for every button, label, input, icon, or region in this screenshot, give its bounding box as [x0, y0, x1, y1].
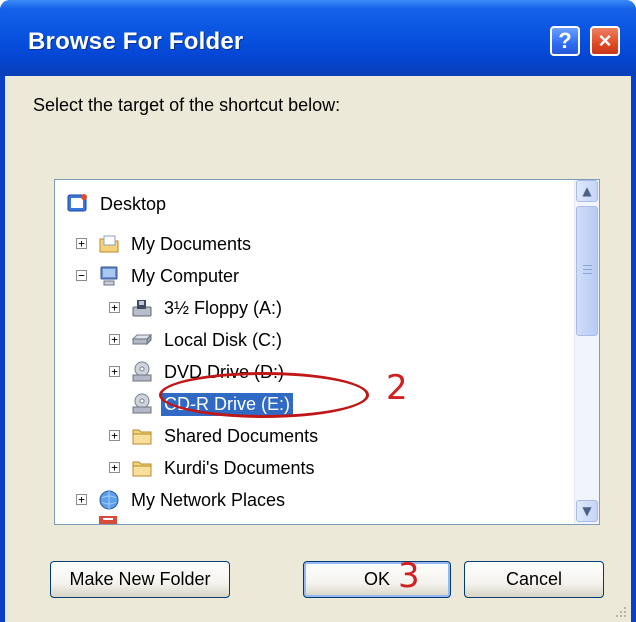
folder-icon: [132, 461, 152, 477]
expand-toggle[interactable]: +: [76, 238, 87, 249]
tree-item-desktop[interactable]: Desktop: [67, 188, 169, 220]
tree-item-local-disk[interactable]: Local Disk (C:): [131, 324, 285, 356]
tree-item-label: Desktop: [100, 193, 167, 214]
chevron-up-icon: ▲: [582, 184, 592, 198]
folder-icon: [132, 429, 152, 445]
tree-item-floppy[interactable]: 3½ Floppy (A:): [131, 292, 285, 324]
scroll-down-button[interactable]: ▼: [576, 500, 598, 522]
folder-tree[interactable]: Desktop + My Documents − My Computer + 3…: [54, 179, 600, 525]
recycle-bin-icon: [99, 516, 117, 524]
floppy-icon: [132, 300, 152, 317]
help-button[interactable]: ?: [550, 26, 580, 56]
grip-line: [583, 265, 592, 266]
expand-toggle[interactable]: +: [109, 334, 120, 345]
collapse-toggle[interactable]: −: [76, 270, 87, 281]
expand-toggle[interactable]: +: [109, 302, 120, 313]
scroll-up-button[interactable]: ▲: [576, 180, 598, 202]
expand-toggle[interactable]: +: [76, 494, 87, 505]
dvd-drive-icon: [132, 361, 152, 382]
tree-item-kurdis-documents[interactable]: Kurdi's Documents: [131, 452, 318, 484]
tree-item-my-computer[interactable]: My Computer: [98, 260, 242, 292]
expand-toggle[interactable]: +: [109, 462, 120, 473]
cancel-button[interactable]: Cancel: [464, 561, 604, 598]
network-icon: [99, 490, 119, 510]
instruction-text: Select the target of the shortcut below:: [33, 95, 341, 115]
hard-disk-icon: [131, 333, 153, 346]
cd-drive-icon: [132, 393, 152, 414]
dialog-body: Select the target of the shortcut below:…: [5, 76, 631, 622]
tree-item-label: Local Disk (C:): [164, 329, 283, 350]
close-button[interactable]: ×: [590, 26, 620, 56]
tree-item-label: My Documents: [131, 233, 252, 254]
tree-scrollbar[interactable]: ▲ ▼: [574, 180, 599, 524]
desktop-icon: [67, 194, 87, 212]
annotation-step-2: 2: [386, 368, 408, 408]
tree-item-label: Shared Documents: [164, 425, 319, 446]
close-icon: ×: [598, 28, 612, 53]
tree-item-shared-documents[interactable]: Shared Documents: [131, 420, 321, 452]
tree-item-label: My Network Places: [131, 489, 286, 510]
dialog-title: Browse For Folder: [28, 28, 244, 55]
tree-item-my-documents[interactable]: My Documents: [98, 228, 254, 260]
tree-item-label: Kurdi's Documents: [164, 457, 315, 478]
tree-item-label: My Computer: [131, 265, 240, 286]
tree-item-my-network-places[interactable]: My Network Places: [98, 484, 288, 516]
title-bar[interactable]: Browse For Folder ? ×: [0, 0, 636, 76]
annotation-step-3: 3: [398, 556, 420, 596]
browse-for-folder-dialog: Browse For Folder ? × Select the target …: [0, 0, 636, 622]
make-new-folder-button[interactable]: Make New Folder: [50, 561, 230, 598]
grip-line: [583, 269, 592, 270]
tree-item-label: 3½ Floppy (A:): [164, 297, 283, 318]
expand-toggle[interactable]: +: [109, 430, 120, 441]
expand-toggle[interactable]: +: [109, 366, 120, 377]
resize-grip-icon[interactable]: [615, 606, 627, 618]
scroll-thumb[interactable]: [576, 206, 598, 336]
ok-button[interactable]: OK: [303, 561, 451, 598]
computer-icon: [100, 266, 118, 286]
help-icon: ?: [558, 28, 572, 53]
grip-line: [583, 273, 592, 274]
documents-icon: [99, 235, 119, 253]
chevron-down-icon: ▼: [582, 504, 592, 518]
annotation-ellipse: [159, 372, 369, 418]
